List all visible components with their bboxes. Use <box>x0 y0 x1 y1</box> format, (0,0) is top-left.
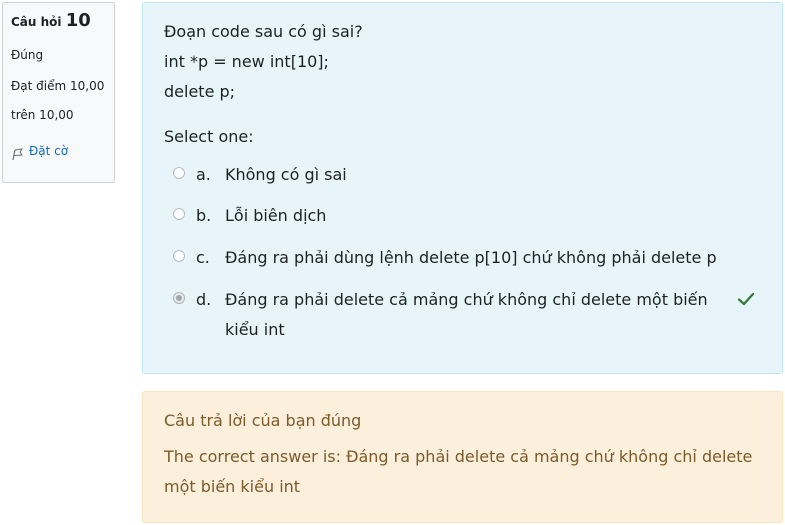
feedback-result: Câu trả lời của bạn đúng <box>164 411 362 430</box>
radio-button-b[interactable] <box>173 208 185 220</box>
answer-letter: b. <box>196 206 212 225</box>
answer-text[interactable]: Lỗi biên dịch <box>225 201 725 231</box>
answer-option-c[interactable]: c. Đáng ra phải dùng lệnh delete p[10] c… <box>173 243 745 273</box>
question-label: Câu hỏi <box>11 15 62 29</box>
question-number-heading: Câu hỏi 10 <box>11 10 106 33</box>
question-state: Đúng <box>11 48 44 62</box>
grade-line-2: trên 10,00 <box>11 108 74 122</box>
question-content: Đoạn code sau có gì sai? int *p = new in… <box>142 2 783 374</box>
correct-answer-text: The correct answer is: Đáng ra phải dele… <box>164 447 753 496</box>
flag-question-link[interactable]: Đặt cờ <box>11 141 106 161</box>
answer-letter: a. <box>196 165 211 184</box>
answer-option-d[interactable]: d. Đáng ra phải delete cả mảng chứ không… <box>173 285 755 345</box>
check-icon <box>737 292 755 306</box>
feedback-panel: Câu trả lời của bạn đúng The correct ans… <box>142 391 783 523</box>
answer-text[interactable]: Không có gì sai <box>225 160 725 190</box>
question-text-line-3: delete p; <box>164 82 236 101</box>
radio-button-c[interactable] <box>173 250 185 262</box>
grade-line-1: Đạt điểm 10,00 <box>11 79 105 93</box>
radio-button-a[interactable] <box>173 167 185 179</box>
answer-option-a[interactable]: a. Không có gì sai <box>173 160 725 190</box>
question-text-line-1: Đoạn code sau có gì sai? <box>164 22 363 41</box>
answer-text[interactable]: Đáng ra phải delete cả mảng chứ không ch… <box>225 285 725 345</box>
question-info-panel: Câu hỏi 10 Đúng Đạt điểm 10,00 trên 10,0… <box>2 2 115 183</box>
answer-letter: d. <box>196 290 212 309</box>
answer-letter: c. <box>196 248 210 267</box>
select-prompt: Select one: <box>164 127 254 146</box>
answer-option-b[interactable]: b. Lỗi biên dịch <box>173 201 725 231</box>
answer-text[interactable]: Đáng ra phải dùng lệnh delete p[10] chứ … <box>225 243 745 273</box>
question-text-line-2: int *p = new int[10]; <box>164 52 329 71</box>
flag-label[interactable]: Đặt cờ <box>29 144 68 158</box>
radio-button-d[interactable] <box>173 292 185 304</box>
flag-icon <box>12 148 24 161</box>
question-number: 10 <box>65 10 91 31</box>
